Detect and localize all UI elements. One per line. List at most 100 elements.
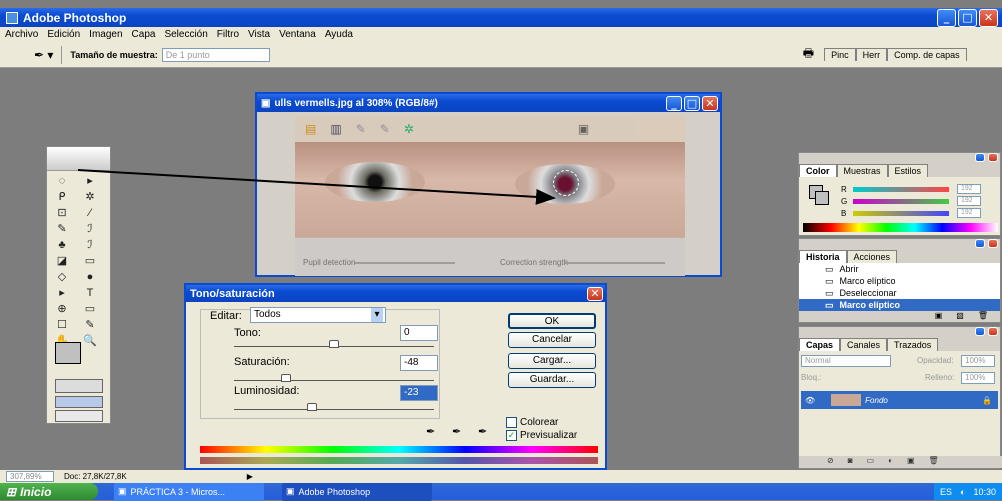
layer-trash-icon[interactable]: 🗑 bbox=[929, 456, 939, 468]
channel-label-2: B bbox=[841, 209, 847, 218]
history-item-label: Marco elíptico bbox=[839, 300, 901, 310]
history-item[interactable]: ▭ Abrir bbox=[799, 263, 1000, 275]
layers-panel-close[interactable] bbox=[988, 327, 998, 336]
colorize-checkbox[interactable] bbox=[506, 417, 517, 428]
start-button[interactable]: ⊞ Inicio bbox=[0, 483, 98, 500]
layers-panel-min[interactable] bbox=[975, 327, 985, 336]
trash-icon[interactable]: 🗑 bbox=[978, 311, 988, 322]
eyedropper-minus-icon[interactable]: ✒ bbox=[478, 425, 487, 438]
spectrum-bar-output bbox=[200, 457, 598, 464]
history-item[interactable]: ▭ Deseleccionar bbox=[799, 287, 1000, 299]
taskbar: ⊞ Inicio ▣ PRÁCTICA 3 - Micros... ▣ Adobe P… bbox=[0, 482, 1002, 501]
save-button[interactable]: Guardar... bbox=[508, 372, 596, 388]
history-panel: Historia Acciones ▭ Abrir ▭ Marco elíptico ▭ D… bbox=[798, 238, 1001, 323]
layers-tabs-2[interactable]: Trazados bbox=[887, 338, 939, 351]
hue-slider[interactable] bbox=[234, 340, 434, 348]
channel-slider-0[interactable] bbox=[853, 187, 949, 192]
color-tabs-0[interactable]: Color bbox=[799, 164, 837, 177]
saturation-slider[interactable] bbox=[234, 374, 434, 382]
channel-field-1[interactable]: 192 bbox=[957, 196, 981, 206]
colorize-label: Colorear bbox=[520, 417, 559, 428]
edit-select[interactable]: Todos ▾ bbox=[250, 307, 386, 323]
color-panel-min[interactable] bbox=[975, 153, 985, 162]
history-tabs-0[interactable]: Historia bbox=[799, 250, 847, 263]
eyedropper-plus-icon[interactable]: ✒ bbox=[452, 425, 461, 438]
color-panel-close[interactable] bbox=[988, 153, 998, 162]
hue-label: Tono: bbox=[234, 327, 261, 339]
history-step-icon: ▭ bbox=[825, 275, 834, 286]
history-panel-min[interactable] bbox=[975, 239, 985, 248]
channel-slider-2[interactable] bbox=[853, 211, 949, 216]
bg-swatch[interactable] bbox=[815, 191, 829, 205]
ok-button[interactable]: OK bbox=[508, 313, 596, 329]
channel-field-0[interactable]: 192 bbox=[957, 184, 981, 194]
color-tabs-1[interactable]: Muestras bbox=[836, 164, 888, 177]
dialog-close-button[interactable]: ✕ bbox=[587, 286, 603, 301]
tray-icon[interactable]: ◐ bbox=[960, 487, 965, 497]
history-item-label: Deseleccionar bbox=[839, 288, 897, 298]
fill-field[interactable]: 100% bbox=[961, 372, 995, 384]
blend-mode-select[interactable]: Normal bbox=[801, 355, 891, 367]
channel-label-1: G bbox=[841, 197, 848, 206]
status-menu-icon[interactable]: ▶ bbox=[247, 472, 253, 481]
preview-label: Previsualizar bbox=[520, 430, 578, 441]
history-item-label: Marco elíptico bbox=[839, 276, 896, 286]
windows-logo-icon: ⊞ bbox=[6, 484, 17, 499]
folder-icon[interactable]: ▭ bbox=[867, 456, 875, 468]
link-icon[interactable]: ⊘ bbox=[827, 456, 834, 468]
dialog-title: Tono/saturación bbox=[190, 287, 275, 300]
luminosity-field[interactable]: -23 bbox=[400, 385, 438, 401]
history-item[interactable]: ▭ Marco elíptico bbox=[799, 299, 1000, 311]
hue-field[interactable]: 0 bbox=[400, 325, 438, 341]
layer-row-fondo[interactable]: 👁 Fondo 🔒 bbox=[801, 391, 998, 409]
taskbar-item-photoshop-label: Adobe Photoshop bbox=[298, 486, 371, 497]
doc-info: Doc: 27,8K/27,8K bbox=[64, 472, 127, 481]
channel-slider-1[interactable] bbox=[853, 199, 949, 204]
channel-field-2[interactable]: 192 bbox=[957, 208, 981, 218]
new-doc-icon[interactable]: ▣ bbox=[935, 311, 943, 322]
adjust-icon[interactable]: ◐ bbox=[888, 456, 893, 468]
saturation-field[interactable]: -48 bbox=[400, 355, 438, 371]
saturation-label: Saturación: bbox=[234, 356, 290, 368]
luminosity-slider[interactable] bbox=[234, 403, 434, 411]
history-panel-tabs: Historia Acciones bbox=[799, 249, 1000, 263]
color-ramp[interactable] bbox=[803, 223, 998, 232]
layers-tabs-0[interactable]: Capas bbox=[799, 338, 841, 351]
language-indicator[interactable]: ES bbox=[940, 487, 952, 497]
clock: 10:30 bbox=[973, 486, 996, 497]
history-tabs-1[interactable]: Acciones bbox=[846, 250, 898, 263]
taskbar-item-word[interactable]: ▣ PRÁCTICA 3 - Micros... bbox=[114, 482, 264, 501]
eyedropper-tool-icon[interactable]: ✒ bbox=[426, 425, 435, 438]
load-button[interactable]: Cargar... bbox=[508, 353, 596, 369]
fill-label: Relleno: bbox=[925, 373, 955, 382]
system-tray: ES ◐ 10:30 bbox=[934, 483, 1002, 500]
spectrum-bar-input bbox=[200, 446, 598, 453]
layers-tabs-1[interactable]: Canales bbox=[840, 338, 888, 351]
taskbar-item-photoshop[interactable]: ▣ Adobe Photoshop bbox=[282, 482, 432, 501]
newlayer-icon[interactable]: ▣ bbox=[907, 456, 915, 468]
hue-slider-thumb[interactable] bbox=[329, 340, 339, 348]
opacity-field[interactable]: 100% bbox=[961, 355, 995, 367]
edit-label: Editar: bbox=[210, 310, 242, 322]
mask-icon[interactable]: ◙ bbox=[848, 456, 853, 468]
history-step-icon: ▭ bbox=[825, 263, 834, 274]
luminosity-slider-thumb[interactable] bbox=[307, 403, 317, 411]
color-panel: Color Muestras Estilos R 192 G 192 B 192 bbox=[798, 152, 1001, 236]
snapshot-icon[interactable]: ▧ bbox=[956, 311, 964, 322]
color-tabs-2[interactable]: Estilos bbox=[887, 164, 929, 177]
history-item[interactable]: ▭ Marco elíptico bbox=[799, 275, 1000, 287]
history-panel-close[interactable] bbox=[988, 239, 998, 248]
cancel-button[interactable]: Cancelar bbox=[508, 332, 596, 348]
history-step-icon: ▭ bbox=[825, 299, 834, 310]
status-bar: 307,89% Doc: 27,8K/27,8K ▶ bbox=[0, 470, 1002, 483]
dialog-titlebar[interactable]: Tono/saturación ✕ bbox=[186, 285, 605, 302]
saturation-slider-thumb[interactable] bbox=[281, 374, 291, 382]
color-panel-tabs: Color Muestras Estilos bbox=[799, 163, 1000, 177]
layer-thumb bbox=[831, 394, 862, 406]
luminosity-label: Luminosidad: bbox=[234, 385, 300, 397]
preview-checkbox[interactable]: ✓ bbox=[506, 430, 517, 441]
zoom-field[interactable]: 307,89% bbox=[6, 471, 54, 482]
lock-icon: 🔒 bbox=[982, 395, 992, 405]
layers-panel: Capas Canales Trazados Normal Opacidad: 10… bbox=[798, 326, 1002, 469]
eye-icon[interactable]: 👁 bbox=[805, 396, 815, 405]
